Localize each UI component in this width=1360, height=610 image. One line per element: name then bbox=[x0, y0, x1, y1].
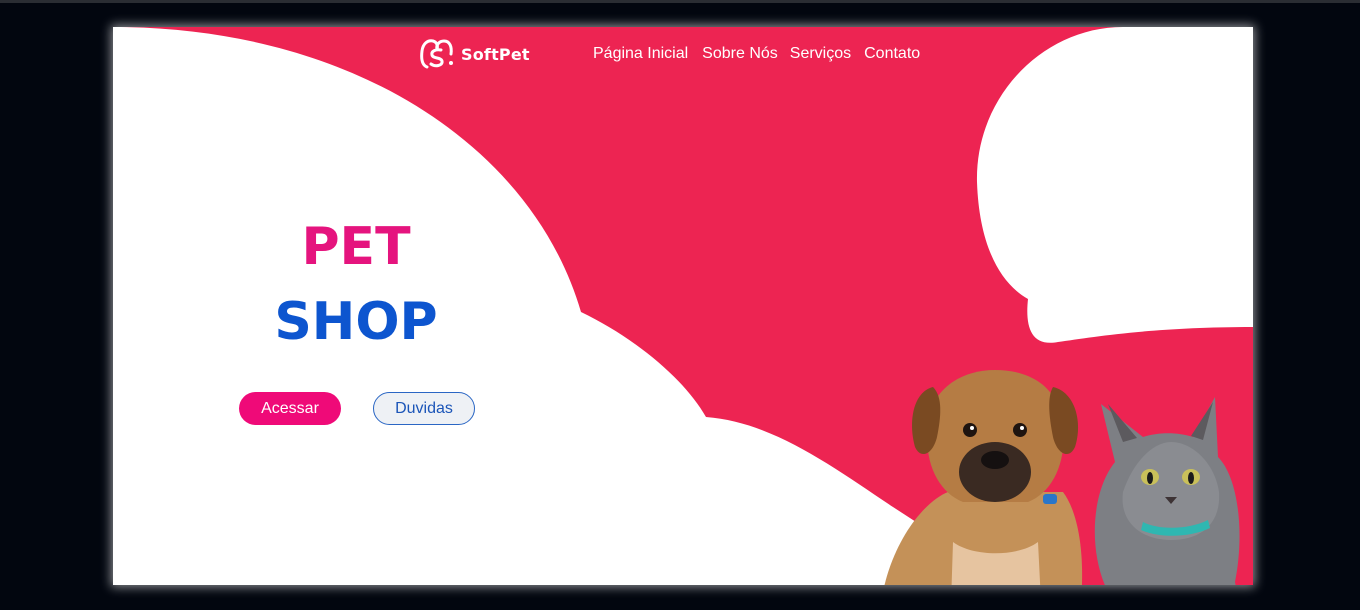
access-button[interactable]: Acessar bbox=[239, 392, 341, 425]
puppy-illustration bbox=[884, 370, 1083, 585]
nav-link-about[interactable]: Sobre Nós bbox=[702, 45, 778, 63]
top-navigation: SoftPet Página Inicial Sobre Nós Serviço… bbox=[113, 27, 1253, 87]
brand-logo[interactable]: SoftPet bbox=[419, 37, 530, 71]
nav-link-services[interactable]: Serviços bbox=[790, 45, 851, 63]
cat-illustration bbox=[1094, 397, 1240, 585]
softpet-logo-icon bbox=[420, 39, 453, 69]
nav-menu: Página Inicial Sobre Nós Serviços Contat… bbox=[593, 45, 934, 63]
hero-title-shop: SHOP bbox=[274, 292, 438, 352]
pets-illustration bbox=[884, 370, 1240, 585]
nav-link-contact[interactable]: Contato bbox=[864, 45, 920, 63]
nav-link-home[interactable]: Página Inicial bbox=[593, 45, 688, 63]
faq-button[interactable]: Duvidas bbox=[373, 392, 475, 425]
window-top-border bbox=[0, 0, 1360, 3]
landing-page: SoftPet Página Inicial Sobre Nós Serviço… bbox=[113, 27, 1253, 585]
hero-title-pet: PET bbox=[301, 217, 411, 277]
brand-name: SoftPet bbox=[461, 44, 530, 64]
